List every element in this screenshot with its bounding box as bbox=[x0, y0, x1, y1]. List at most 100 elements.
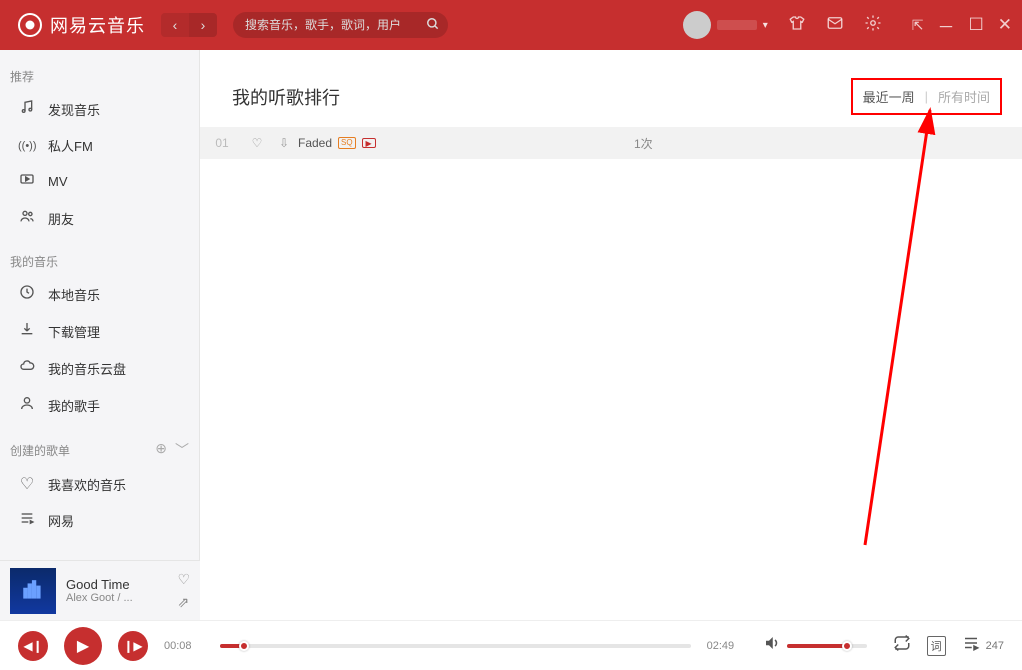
row-like-icon[interactable]: ♡ bbox=[244, 136, 270, 150]
sidebar-item-label: 下载管理 bbox=[48, 322, 100, 341]
maximize-icon[interactable]: ☐ bbox=[969, 15, 984, 35]
current-time: 00:08 bbox=[164, 640, 204, 652]
friends-icon bbox=[18, 208, 36, 229]
sidebar-section-playlists: 创建的歌单 ⊕ ﹀ ♡ 我喜欢的音乐 网易 bbox=[0, 432, 199, 539]
user-menu[interactable]: ▾ bbox=[683, 11, 768, 39]
mv-play-icon[interactable]: ▶ bbox=[362, 138, 376, 148]
sidebar-item-label: 本地音乐 bbox=[48, 285, 100, 304]
app-title: 网易云音乐 bbox=[50, 12, 145, 38]
sidebar-item-label: 我的歌手 bbox=[48, 396, 100, 415]
sidebar-item-cloud[interactable]: 我的音乐云盘 bbox=[0, 350, 199, 387]
prev-button[interactable]: ◀❙ bbox=[18, 631, 48, 661]
main: 我的听歌排行 最近一周 | 所有时间 01 ♡ ⇩ Faded SQ ▶ 1次 bbox=[200, 50, 1022, 620]
now-playing-actions: ♡ ⇗ bbox=[177, 571, 190, 611]
like-icon[interactable]: ♡ bbox=[177, 571, 190, 588]
logo[interactable]: 网易云音乐 bbox=[18, 12, 145, 38]
now-playing-card[interactable]: Good Time Alex Goot / ... ♡ ⇗ bbox=[0, 560, 200, 620]
sidebar-item-label: 私人FM bbox=[48, 136, 93, 155]
sidebar-item-playlist[interactable]: 网易 bbox=[0, 502, 199, 539]
nav-back-button[interactable]: ‹ bbox=[161, 13, 189, 37]
tab-switch: 最近一周 | 所有时间 bbox=[851, 78, 1002, 115]
sidebar-item-mv[interactable]: MV bbox=[0, 163, 199, 200]
music-note-icon bbox=[18, 99, 36, 120]
sq-badge: SQ bbox=[338, 137, 356, 149]
sidebar-item-singers[interactable]: 我的歌手 bbox=[0, 387, 199, 424]
header: 网易云音乐 ‹ › ▾ ⇱ － ☐ ✕ bbox=[0, 0, 1022, 50]
cloud-icon bbox=[18, 358, 36, 379]
username-placeholder bbox=[717, 20, 757, 30]
collapse-icon[interactable]: ﹀ bbox=[175, 440, 189, 460]
lyrics-icon[interactable]: 词 bbox=[927, 636, 946, 656]
close-icon[interactable]: ✕ bbox=[998, 15, 1012, 35]
sidebar-item-discover[interactable]: 发现音乐 bbox=[0, 91, 199, 128]
avatar bbox=[683, 11, 711, 39]
progress-knob[interactable] bbox=[239, 641, 249, 651]
sidebar: 推荐 发现音乐 ((•)) 私人FM MV 朋友 我的音乐 本地音乐 下载管理 我… bbox=[0, 50, 200, 620]
search-input[interactable] bbox=[233, 12, 448, 38]
loop-icon[interactable] bbox=[893, 634, 911, 657]
add-playlist-icon[interactable]: ⊕ bbox=[155, 440, 167, 460]
search-icon[interactable] bbox=[426, 17, 440, 34]
video-icon bbox=[18, 171, 36, 192]
nav-arrows: ‹ › bbox=[161, 13, 217, 37]
share-icon[interactable]: ⇗ bbox=[177, 594, 190, 611]
radio-icon: ((•)) bbox=[18, 140, 36, 152]
logo-icon bbox=[18, 13, 42, 37]
gear-icon[interactable] bbox=[864, 14, 882, 37]
sidebar-item-download[interactable]: 下载管理 bbox=[0, 313, 199, 350]
tab-week[interactable]: 最近一周 bbox=[863, 87, 915, 106]
mail-icon[interactable] bbox=[826, 14, 844, 37]
local-icon bbox=[18, 284, 36, 305]
sidebar-section-title: 创建的歌单 ⊕ ﹀ bbox=[0, 432, 199, 466]
caret-down-icon: ▾ bbox=[763, 20, 768, 31]
mini-mode-icon[interactable]: ⇱ bbox=[912, 17, 924, 34]
volume-icon[interactable] bbox=[763, 634, 781, 657]
next-button[interactable]: ❙▶ bbox=[118, 631, 148, 661]
sidebar-item-local[interactable]: 本地音乐 bbox=[0, 276, 199, 313]
volume-control bbox=[763, 634, 867, 657]
search-wrap bbox=[233, 12, 448, 38]
main-header: 我的听歌排行 最近一周 | 所有时间 bbox=[200, 50, 1022, 127]
sidebar-item-fm[interactable]: ((•)) 私人FM bbox=[0, 128, 199, 163]
player-right-controls: 词 247 bbox=[893, 634, 1004, 657]
play-button[interactable]: ▶ bbox=[64, 627, 102, 665]
download-icon bbox=[18, 321, 36, 342]
header-right: ▾ ⇱ － ☐ ✕ bbox=[683, 11, 1012, 39]
volume-fill bbox=[787, 644, 847, 648]
sidebar-item-label: 朋友 bbox=[48, 209, 74, 228]
sidebar-item-label: MV bbox=[48, 174, 68, 189]
sidebar-item-liked[interactable]: ♡ 我喜欢的音乐 bbox=[0, 466, 199, 502]
heart-icon: ♡ bbox=[18, 474, 36, 494]
sidebar-section-title: 我的音乐 bbox=[0, 245, 199, 276]
sidebar-section-mymusic: 我的音乐 本地音乐 下载管理 我的音乐云盘 我的歌手 bbox=[0, 245, 199, 424]
tab-all-time[interactable]: 所有时间 bbox=[938, 87, 990, 106]
window-controls: ⇱ － ☐ ✕ bbox=[912, 13, 1012, 38]
queue-count: 247 bbox=[986, 640, 1004, 652]
row-play-count: 1次 bbox=[628, 135, 1022, 152]
sidebar-item-friends[interactable]: 朋友 bbox=[0, 200, 199, 237]
tab-divider: | bbox=[925, 89, 928, 104]
volume-knob[interactable] bbox=[842, 641, 852, 651]
person-icon bbox=[18, 395, 36, 416]
page-title: 我的听歌排行 bbox=[232, 84, 340, 110]
sidebar-item-label: 网易 bbox=[48, 511, 74, 530]
sidebar-section-recommend: 推荐 发现音乐 ((•)) 私人FM MV 朋友 bbox=[0, 60, 199, 237]
minimize-icon[interactable]: － bbox=[938, 13, 955, 38]
row-download-icon[interactable]: ⇩ bbox=[270, 136, 298, 150]
table-row[interactable]: 01 ♡ ⇩ Faded SQ ▶ 1次 bbox=[200, 127, 1022, 159]
playlist-icon bbox=[18, 510, 36, 531]
row-name-cell: Faded SQ ▶ bbox=[298, 136, 628, 150]
progress-bar[interactable] bbox=[220, 644, 691, 648]
sidebar-section-title: 推荐 bbox=[0, 60, 199, 91]
nav-forward-button[interactable]: › bbox=[189, 13, 217, 37]
queue-icon[interactable] bbox=[962, 634, 980, 657]
volume-bar[interactable] bbox=[787, 644, 867, 648]
skin-icon[interactable] bbox=[788, 14, 806, 37]
row-song-name: Faded bbox=[298, 136, 332, 150]
album-cover bbox=[10, 568, 56, 614]
sidebar-item-label: 我的音乐云盘 bbox=[48, 359, 126, 378]
player-bar: ◀❙ ▶ ❙▶ 00:08 02:49 词 247 bbox=[0, 620, 1022, 670]
sidebar-item-label: 我喜欢的音乐 bbox=[48, 475, 126, 494]
now-playing-artist: Alex Goot / ... bbox=[66, 592, 167, 604]
sidebar-section-title-text: 创建的歌单 bbox=[10, 442, 70, 459]
